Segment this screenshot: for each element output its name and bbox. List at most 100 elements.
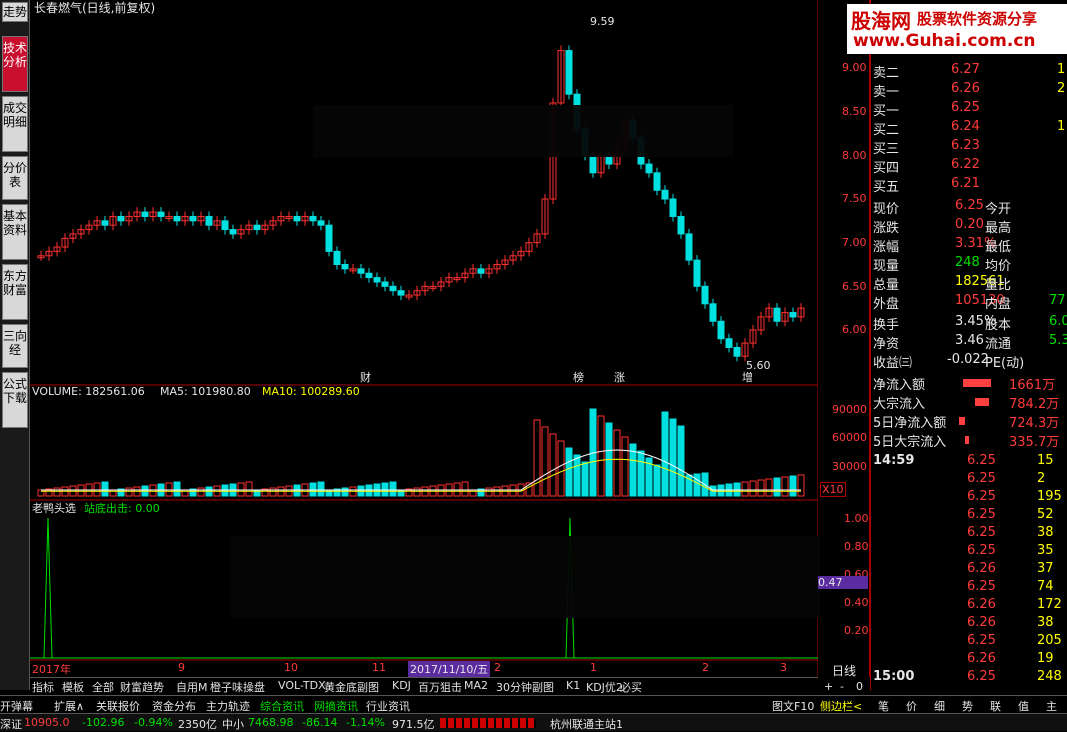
- function-item-8[interactable]: 图文F10: [772, 698, 814, 714]
- function-item-13[interactable]: 势: [962, 698, 973, 714]
- flow-bar: [963, 379, 991, 387]
- indicator-tick: 0.20: [844, 624, 869, 637]
- tick-volume: 38: [1037, 615, 1054, 630]
- function-item-14[interactable]: 联: [990, 698, 1001, 714]
- chart-area[interactable]: 长春燃气(日线,前复权) 9.59 5.60 财 榜 涨 增 VOLUME: 1…: [30, 0, 820, 690]
- flow-label: 净流入额: [873, 378, 926, 393]
- book-price: 6.24: [951, 119, 980, 134]
- function-item-0[interactable]: 开弹幕: [0, 698, 33, 714]
- toolbar-item-0[interactable]: 指标: [32, 679, 54, 695]
- ma5-label: MA5: 101980.80: [160, 385, 251, 398]
- toolbar-item-11[interactable]: 30分钟副图: [496, 679, 554, 695]
- side-tab-2[interactable]: 分价表: [2, 156, 28, 200]
- function-item-9[interactable]: 侧边栏<: [820, 698, 862, 714]
- reset-button[interactable]: 0: [856, 680, 863, 693]
- side-tab-1[interactable]: 成交明细: [2, 96, 28, 152]
- flow-bar: [959, 417, 965, 425]
- function-item-15[interactable]: 值: [1018, 698, 1029, 714]
- candle-body: [661, 189, 669, 200]
- tick-price: 6.26: [967, 597, 996, 612]
- quote-label-2: 均价: [985, 259, 1012, 274]
- tick-volume: 205: [1037, 633, 1062, 648]
- book-side-label: 卖一: [873, 85, 900, 100]
- side-tab-0-label: 技术分析: [3, 41, 28, 69]
- side-tab-trend[interactable]: 走势: [2, 2, 28, 22]
- candle-body: [205, 215, 213, 226]
- price-axis: 9.00 8.50 8.00 7.50 7.00 6.50 6.00 90000 60000 30…: [818, 0, 870, 677]
- toolbar-item-5[interactable]: 橙子味操盘: [210, 679, 265, 695]
- toolbar-item-8[interactable]: KDJ: [392, 679, 411, 692]
- side-tab-3[interactable]: 基本资料: [2, 204, 28, 260]
- toolbar-item-10[interactable]: MA2: [464, 679, 488, 692]
- toolbar-item-3[interactable]: 财富趋势: [120, 679, 164, 695]
- toolbar-item-7[interactable]: 黄金底副图: [324, 679, 379, 695]
- quote-label-2: 最低: [985, 240, 1012, 255]
- tick-volume: 15: [1037, 453, 1054, 468]
- volume-tick: 90000: [832, 403, 867, 416]
- candle-body: [365, 272, 373, 279]
- function-item-7[interactable]: 行业资讯: [366, 698, 410, 714]
- function-item-6[interactable]: 网摘资讯: [314, 698, 358, 714]
- tick-price: 6.25: [967, 579, 996, 594]
- date-label: 2017年: [32, 663, 71, 676]
- function-item-1[interactable]: 扩展∧: [54, 698, 84, 714]
- quote-label-2: 量比: [985, 278, 1012, 293]
- book-price: 6.23: [951, 138, 980, 153]
- indicator-title: 老鸭头选: [32, 502, 76, 515]
- toolbar-item-2[interactable]: 全部: [92, 679, 114, 695]
- volume-bar: [101, 481, 109, 497]
- side-tab-6[interactable]: 公式下载: [2, 372, 28, 428]
- tick-price: 6.25: [967, 453, 996, 468]
- function-item-11[interactable]: 价: [906, 698, 917, 714]
- idx1-value: 10905.0: [24, 716, 70, 729]
- tick-volume: 38: [1037, 525, 1054, 540]
- candle-body: [685, 233, 693, 261]
- event-marker-1[interactable]: 榜: [573, 369, 584, 385]
- toolbar-item-9[interactable]: 百万狙击: [418, 679, 462, 695]
- event-marker-2[interactable]: 涨: [614, 369, 625, 385]
- quote-label: 外盘: [873, 297, 900, 312]
- side-tab-5[interactable]: 三向经: [2, 324, 28, 368]
- candle-body: [253, 224, 261, 231]
- side-tab-4[interactable]: 东方财富: [2, 264, 28, 320]
- quote-label: 总量: [873, 278, 900, 293]
- function-item-2[interactable]: 关联报价: [96, 698, 140, 714]
- function-item-5[interactable]: 综合资讯: [260, 698, 304, 714]
- date-cursor[interactable]: 2017/11/10/五: [408, 661, 491, 677]
- candle-body: [773, 307, 781, 322]
- quote-label: 现量: [873, 259, 900, 274]
- server-name[interactable]: 杭州联通主站1: [550, 716, 623, 732]
- date-label: 1: [590, 661, 597, 674]
- zoom-in-button[interactable]: +: [824, 680, 833, 693]
- function-item-3[interactable]: 资金分布: [152, 698, 196, 714]
- idx2-pct: -1.14%: [346, 716, 385, 729]
- book-price: 6.27: [951, 62, 980, 77]
- quote-label: 净资: [873, 337, 900, 352]
- side-tab-0[interactable]: 技术分析: [2, 36, 28, 92]
- volume-bar: [581, 461, 589, 497]
- function-item-16[interactable]: 主: [1046, 698, 1057, 714]
- zoom-out-button[interactable]: -: [840, 680, 844, 693]
- period-label[interactable]: 日线: [832, 662, 856, 679]
- tick-time: 15:00: [873, 669, 915, 684]
- logo-slogan: 股票软件资源分享: [917, 10, 1038, 28]
- toolbar-item-13[interactable]: KDJ优2: [586, 679, 623, 695]
- toolbar-item-6[interactable]: VOL-TDX: [278, 679, 326, 692]
- volume-scale: X10: [820, 482, 846, 497]
- toolbar-item-1[interactable]: 模板: [62, 679, 84, 695]
- volume-bar: [773, 477, 781, 497]
- candle-body: [309, 215, 317, 222]
- function-item-4[interactable]: 主力轨迹: [206, 698, 250, 714]
- event-marker-0[interactable]: 财: [360, 369, 371, 385]
- toolbar-item-12[interactable]: K1: [566, 679, 580, 692]
- candle-body: [101, 220, 109, 226]
- side-tab-trend-label: 走势: [3, 5, 28, 19]
- volume-bar: [789, 475, 797, 497]
- toolbar-item-4[interactable]: 自用M: [176, 679, 208, 695]
- function-item-12[interactable]: 细: [934, 698, 945, 714]
- candle-body: [789, 312, 797, 318]
- event-marker-3[interactable]: 增: [742, 369, 753, 385]
- date-label: 10: [284, 661, 298, 674]
- toolbar-item-14[interactable]: 必买: [620, 679, 642, 695]
- function-item-10[interactable]: 笔: [878, 698, 889, 714]
